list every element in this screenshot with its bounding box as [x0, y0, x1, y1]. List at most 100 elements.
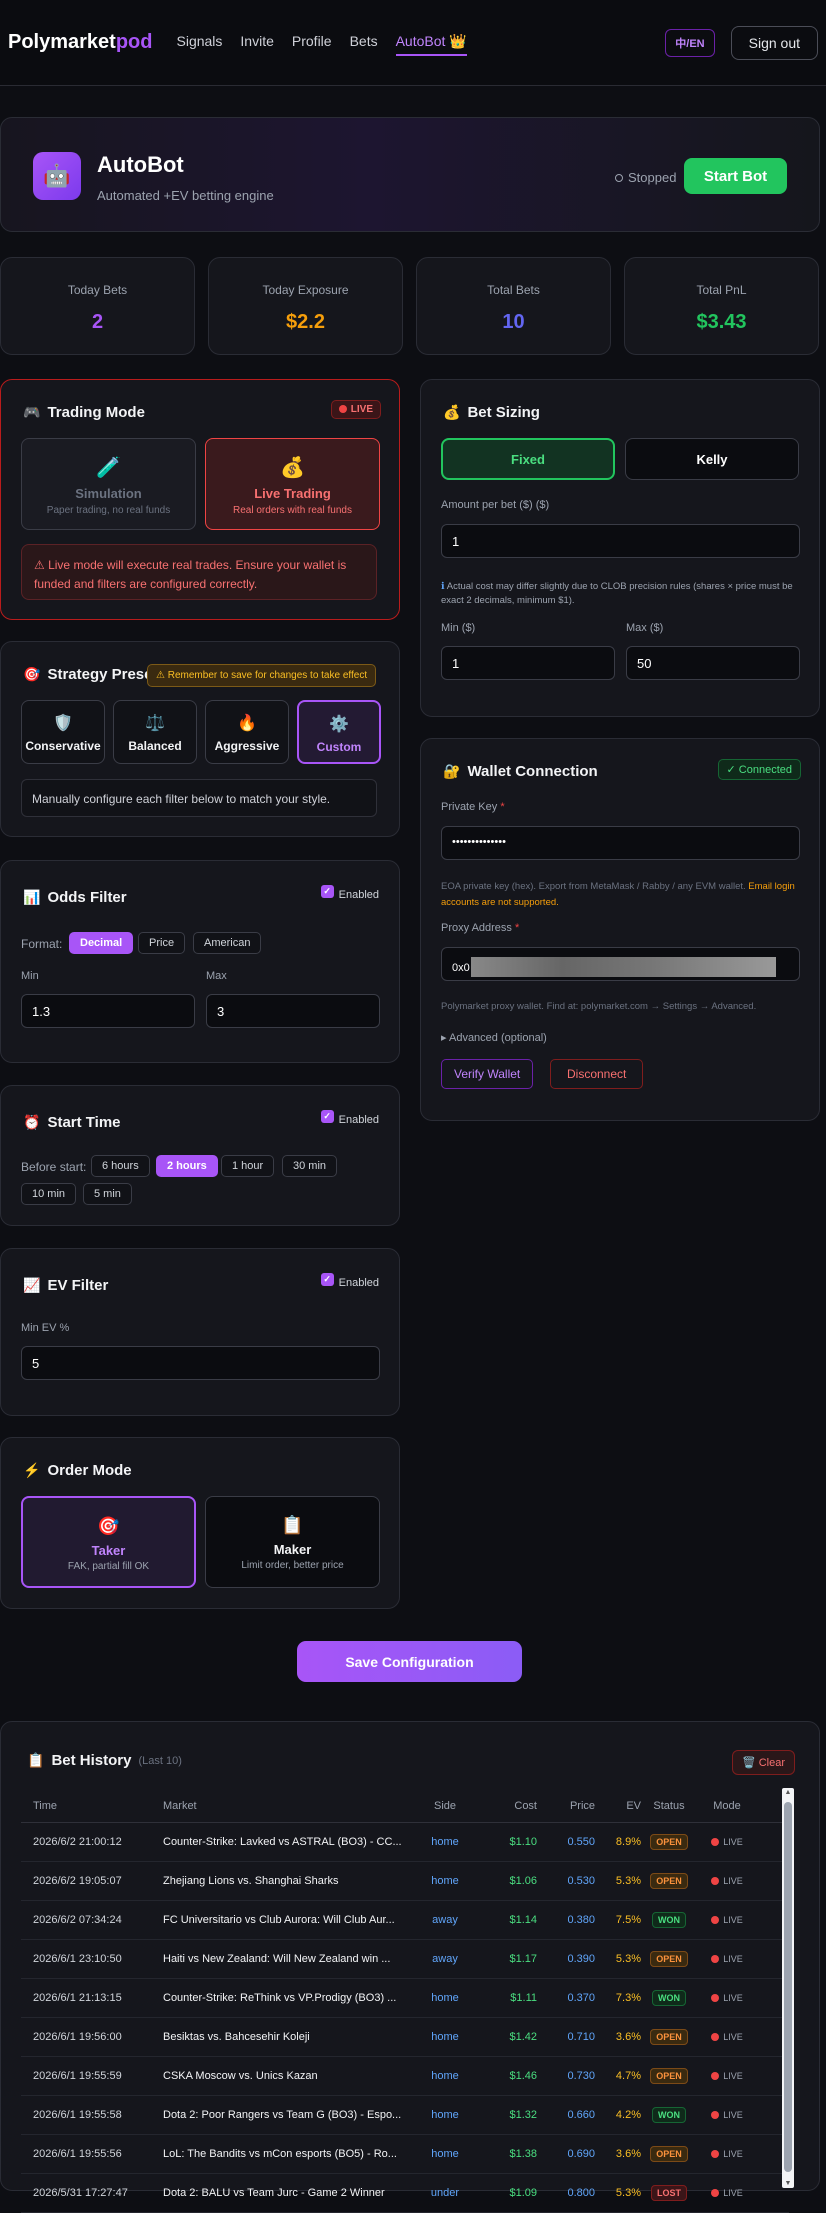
nav-link-signals[interactable]: Signals: [177, 29, 223, 56]
cell-ev: 5.3%: [615, 1953, 641, 1965]
bet-history-title: 📋 Bet History (Last 10): [27, 1752, 182, 1769]
nav-link-profile[interactable]: Profile: [292, 29, 332, 56]
cell-ev: 8.9%: [615, 1836, 641, 1848]
col-ev: EV: [626, 1800, 641, 1812]
sizing-fixed-button[interactable]: Fixed: [441, 438, 615, 480]
option-6-hours[interactable]: 6 hours: [91, 1155, 150, 1177]
language-toggle[interactable]: 中/EN: [665, 28, 715, 57]
preset-label: Balanced: [128, 739, 182, 753]
cell-status: OPEN: [641, 2068, 697, 2084]
preset-aggressive[interactable]: 🔥 Aggressive: [205, 700, 289, 764]
simulation-mode-option[interactable]: 🧪 Simulation Paper trading, no real fund…: [21, 438, 196, 530]
ev-filter-title: 📈 EV Filter: [23, 1277, 108, 1294]
min-odds-label: Min: [21, 970, 39, 982]
proxy-address-input[interactable]: 0x0: [441, 947, 800, 981]
cell-ev: 3.6%: [615, 2031, 641, 2043]
mode-label: LIVE: [723, 2071, 743, 2081]
cell-ev: 5.3%: [615, 2187, 641, 2199]
option-10-min[interactable]: 10 min: [21, 1183, 77, 1205]
maker-desc: Limit order, better price: [241, 1560, 344, 1571]
option-30-min[interactable]: 30 min: [282, 1155, 338, 1177]
table-row: 2026/6/1 23:10:50 Haiti vs New Zealand: W…: [21, 1940, 789, 1979]
odds-enabled-checkbox[interactable]: ✓ Enabled: [320, 885, 379, 901]
start-time-enabled-checkbox[interactable]: ✓ Enabled: [320, 1110, 379, 1126]
preset-conservative[interactable]: 🛡️ Conservative: [21, 700, 105, 764]
live-dot-icon: [711, 2072, 720, 2080]
max-odds-input[interactable]: 3: [206, 994, 380, 1028]
cell-price: 0.530: [567, 1875, 595, 1887]
live-dot-icon: [711, 2189, 720, 2197]
nav-link-invite[interactable]: Invite: [240, 29, 273, 56]
bet-history-card: 📋 Bet History (Last 10) 🗑️ Clear Time Mark…: [0, 1721, 820, 2213]
table-row: 2026/6/1 19:55:59 CSKA Moscow vs. Unics K…: [21, 2057, 789, 2096]
sign-out-button[interactable]: Sign out: [730, 25, 818, 60]
amount-input[interactable]: 1: [441, 524, 800, 558]
table-row: 2026/5/31 17:27:47 Dota 2: BALU vs Team J…: [21, 2174, 789, 2213]
save-configuration-button[interactable]: Save Configuration: [297, 1641, 522, 1682]
option-2-hours[interactable]: 2 hours: [156, 1155, 218, 1177]
live-trading-desc: Real orders with real funds: [233, 505, 352, 516]
order-maker-option[interactable]: 📋 Maker Limit order, better price: [205, 1496, 380, 1588]
cell-cost: $1.09: [509, 2187, 537, 2199]
ev-enabled-checkbox[interactable]: ✓ Enabled: [320, 1273, 379, 1289]
preset-custom[interactable]: ⚙️ Custom: [297, 700, 381, 764]
cell-mode: LIVE: [697, 1837, 757, 1847]
wallet-title-text: Wallet Connection: [467, 763, 598, 780]
test-tube-icon: 🧪: [96, 457, 121, 479]
advanced-toggle[interactable]: ▸ Advanced (optional): [441, 1031, 547, 1044]
cell-side: home: [431, 1992, 459, 2004]
min-ev-input[interactable]: 5: [21, 1346, 380, 1380]
start-time-enabled-label: Enabled: [338, 1114, 379, 1126]
option-1-hour[interactable]: 1 hour: [221, 1155, 275, 1177]
format-decimal[interactable]: Decimal: [69, 932, 134, 954]
preset-balanced[interactable]: ⚖️ Balanced: [113, 700, 197, 764]
cell-time: 2026/6/2 21:00:12: [33, 1836, 122, 1848]
format-american[interactable]: American: [193, 932, 262, 954]
cell-time: 2026/6/1 21:13:15: [33, 1992, 122, 2004]
cell-price: 0.390: [567, 1953, 595, 1965]
cell-time: 2026/6/2 19:05:07: [33, 1875, 122, 1887]
disconnect-button[interactable]: Disconnect: [550, 1059, 644, 1089]
verify-wallet-button[interactable]: Verify Wallet: [441, 1059, 534, 1089]
stat-total-bets: Total Bets 10: [416, 257, 611, 355]
check-icon: ✓: [320, 885, 334, 898]
mode-label: LIVE: [723, 2149, 743, 2159]
max-amount-input[interactable]: 50: [626, 646, 800, 680]
min-amount-input[interactable]: 1: [441, 646, 615, 680]
cell-price: 0.800: [567, 2187, 595, 2199]
preset-label: Custom: [316, 740, 362, 754]
format-price[interactable]: Price: [138, 932, 186, 954]
brand-logo[interactable]: Polymarketpod: [8, 31, 153, 54]
cell-market: Dota 2: BALU vs Team Jurc - Game 2 Winne…: [163, 2187, 385, 2199]
scroll-up-icon[interactable]: ▲: [782, 1789, 794, 1796]
live-trading-mode-option[interactable]: 💰 Live Trading Real orders with real fun…: [205, 438, 380, 530]
table-scrollbar[interactable]: ▲ ▼: [782, 1788, 794, 2188]
odds-enabled-label: Enabled: [338, 889, 379, 901]
nav-link-bets[interactable]: Bets: [350, 29, 378, 56]
cell-price: 0.380: [567, 1914, 595, 1926]
min-odds-input[interactable]: 1.3: [21, 994, 195, 1028]
cell-time: 2026/5/31 17:27:47: [33, 2187, 128, 2199]
table-row: 2026/6/1 19:55:58 Dota 2: Poor Rangers vs…: [21, 2096, 789, 2135]
option-5-min[interactable]: 5 min: [83, 1183, 132, 1205]
nav-link-autobot[interactable]: AutoBot 👑: [395, 29, 467, 56]
cell-side: home: [431, 2031, 459, 2043]
crown-icon: 👑: [449, 33, 467, 49]
clear-history-button[interactable]: 🗑️ Clear: [731, 1750, 795, 1775]
fire-icon: 🔥: [237, 715, 257, 732]
table-row: 2026/6/2 19:05:07 Zhejiang Lions vs. Shan…: [21, 1862, 789, 1901]
autobot-header-card: 🤖 AutoBot Automated +EV betting engine S…: [0, 117, 820, 232]
scrollbar-thumb[interactable]: [784, 1802, 792, 2172]
private-key-input[interactable]: ••••••••••••••: [441, 826, 800, 860]
live-dot-icon: [711, 2150, 720, 2158]
stat-today-exposure: Today Exposure $2.2: [208, 257, 403, 355]
col-mode: Mode: [713, 1800, 741, 1812]
sizing-kelly-button[interactable]: Kelly: [625, 438, 799, 480]
cell-time: 2026/6/1 23:10:50: [33, 1953, 122, 1965]
strategy-preset-title-text: Strategy Preset: [47, 666, 158, 683]
order-taker-option[interactable]: 🎯 Taker FAK, partial fill OK: [21, 1496, 196, 1588]
stat-today-bets: Today Bets 2: [0, 257, 195, 355]
start-bot-button[interactable]: Start Bot: [684, 158, 787, 194]
cell-cost: $1.46: [509, 2070, 537, 2082]
cell-mode: LIVE: [697, 1954, 757, 1964]
